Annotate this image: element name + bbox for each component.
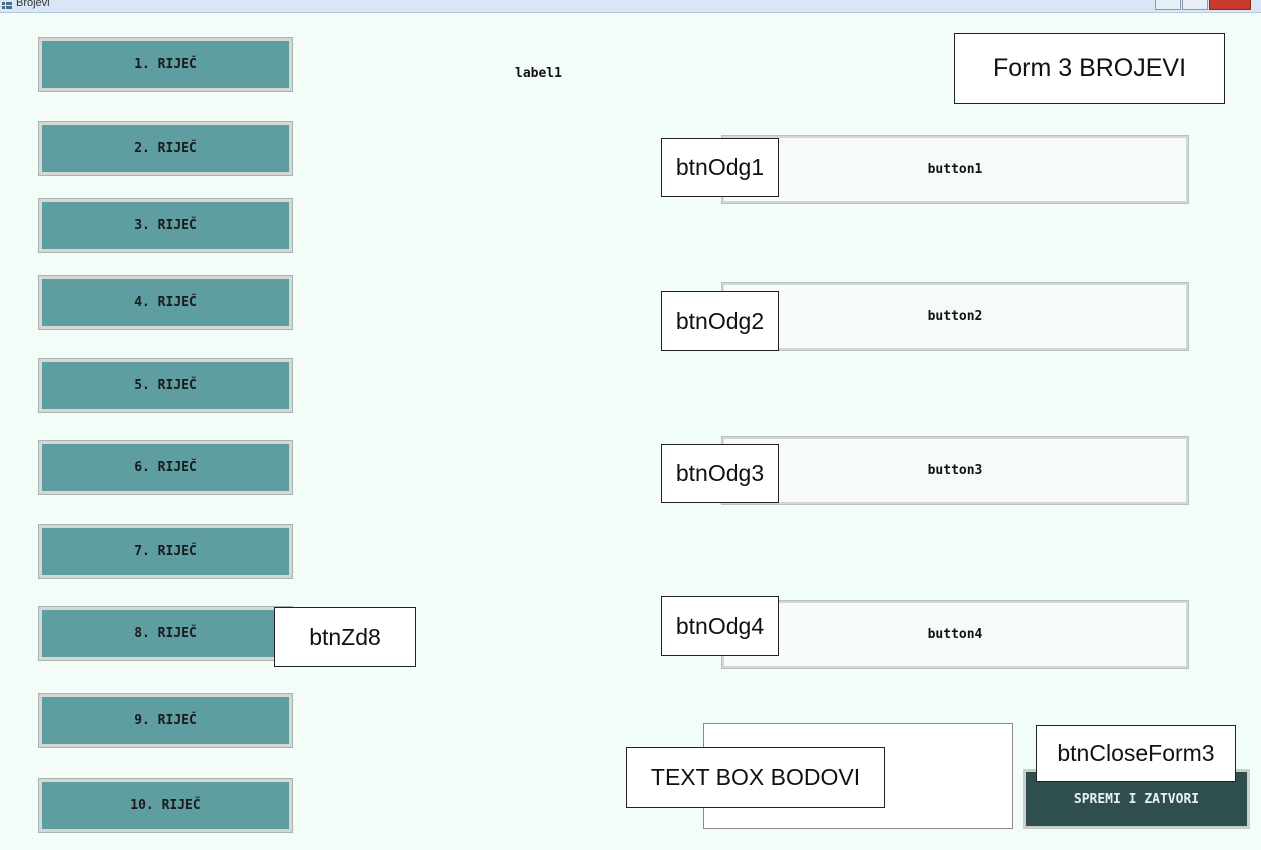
answer-button-1[interactable]: button1 xyxy=(721,135,1189,204)
maximize-icon[interactable] xyxy=(1182,0,1208,10)
answer-button-3[interactable]: button3 xyxy=(721,436,1189,505)
minimize-icon[interactable] xyxy=(1155,0,1181,10)
word-button-5[interactable]: 5. RIJEČ xyxy=(38,358,293,413)
window-title: Brojevi xyxy=(16,0,50,9)
btnZd8-callout: btnZd8 xyxy=(274,607,416,667)
close-icon[interactable] xyxy=(1209,0,1251,10)
btnOdg2-callout: btnOdg2 xyxy=(661,291,779,351)
word-button-10[interactable]: 10. RIJEČ xyxy=(38,778,293,833)
word-button-6[interactable]: 6. RIJEČ xyxy=(38,440,293,495)
btnOdg1-callout: btnOdg1 xyxy=(661,138,779,197)
word-button-4[interactable]: 4. RIJEČ xyxy=(38,275,293,330)
btnOdg4-callout: btnOdg4 xyxy=(661,596,779,656)
word-button-7[interactable]: 7. RIJEČ xyxy=(38,524,293,579)
app-icon xyxy=(2,2,12,9)
answer-button-2[interactable]: button2 xyxy=(721,282,1189,351)
btnCloseForm3-callout: btnCloseForm3 xyxy=(1036,725,1236,782)
window-titlebar: Brojevi xyxy=(0,0,1261,13)
btnOdg3-callout: btnOdg3 xyxy=(661,444,779,503)
word-button-2[interactable]: 2. RIJEČ xyxy=(38,121,293,176)
word-button-9[interactable]: 9. RIJEČ xyxy=(38,693,293,748)
word-button-8[interactable]: 8. RIJEČ xyxy=(38,606,293,661)
answer-button-4[interactable]: button4 xyxy=(721,600,1189,669)
text-box-callout: TEXT BOX BODOVI xyxy=(626,747,885,808)
word-button-1[interactable]: 1. RIJEČ xyxy=(38,37,293,92)
label1: label1 xyxy=(515,66,562,81)
word-button-3[interactable]: 3. RIJEČ xyxy=(38,198,293,253)
form-caption-callout: Form 3 BROJEVI xyxy=(954,33,1225,104)
